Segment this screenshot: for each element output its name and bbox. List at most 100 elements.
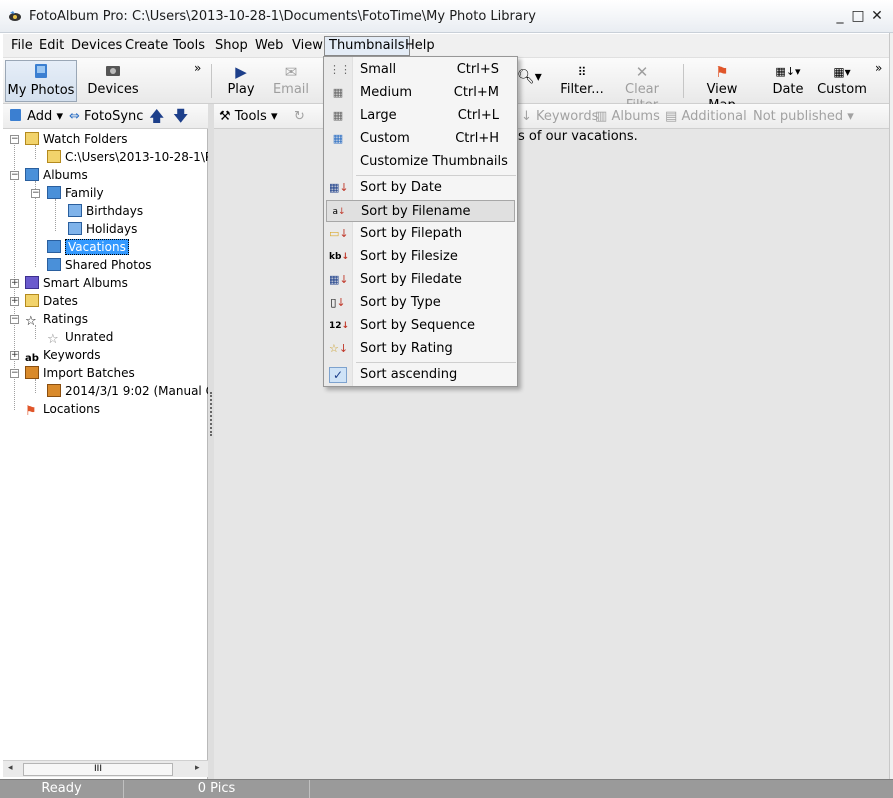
menu-file[interactable]: File (7, 36, 37, 56)
tree-item-locations[interactable]: ⚑ Locations (25, 400, 100, 418)
toolbar-more-left[interactable]: » (194, 59, 201, 78)
keywords-button[interactable]: ↓ Keywords (521, 107, 598, 126)
menu-item-sort-by-rating[interactable]: ☆↓ Sort by Rating (326, 338, 515, 360)
large-grid-icon: ▦ (332, 109, 344, 122)
menu-shortcut: Ctrl+H (455, 131, 499, 146)
email-button[interactable]: ✉ Email (269, 60, 313, 102)
move-up-icon[interactable]: 🡅 (149, 107, 164, 126)
folder-sort-icon: ▭↓ (329, 227, 349, 240)
menu-devices[interactable]: Devices (67, 36, 126, 56)
albums-button[interactable]: ▥ Albums (595, 107, 660, 126)
numeric-sort-icon: 12↓ (329, 321, 350, 331)
menu-item-medium[interactable]: ▦ Medium Ctrl+M (326, 82, 515, 104)
tree-item-watch-folders[interactable]: Watch Folders (25, 130, 128, 148)
view-map-button[interactable]: ⚑ View Map (691, 60, 753, 113)
tree-item-ratings[interactable]: ☆ Ratings (25, 310, 88, 328)
my-photos-button[interactable]: My Photos (5, 60, 77, 102)
add-button[interactable]: Add ▾ (9, 107, 63, 126)
tree-item-smart-albums[interactable]: Smart Albums (25, 274, 128, 292)
expand-toggle[interactable]: + (10, 297, 19, 306)
minimize-button[interactable]: _ (832, 8, 848, 24)
rotate-icon[interactable]: ↻ (294, 107, 305, 126)
move-down-icon[interactable]: 🡇 (173, 107, 188, 126)
tree-item-birthdays[interactable]: Birthdays (68, 202, 143, 220)
magnifier-folder-icon (25, 132, 39, 145)
album-icon (47, 186, 61, 199)
menu-item-sort-by-type[interactable]: ▯↓ Sort by Type (326, 292, 515, 314)
maximize-button[interactable]: □ (850, 8, 866, 24)
add-label: Add (27, 109, 53, 124)
expand-toggle[interactable]: − (10, 369, 19, 378)
splitter-grip[interactable] (210, 392, 212, 436)
tree-horizontal-scrollbar[interactable]: ◂ III ▸ (3, 760, 208, 777)
filter-button[interactable]: ⠿ Filter... (559, 60, 605, 102)
expand-toggle[interactable]: − (10, 135, 19, 144)
menu-item-sort-by-filesize[interactable]: kb↓ Sort by Filesize (326, 246, 515, 268)
tree-item-shared-photos[interactable]: Shared Photos (47, 256, 152, 274)
not-published-dropdown[interactable]: Not published ▾ (753, 107, 854, 126)
small-grid-icon: ⋮⋮ (329, 63, 351, 76)
devices-button[interactable]: Devices (83, 60, 143, 102)
tree-item-albums[interactable]: Albums (25, 166, 88, 184)
menu-item-custom[interactable]: ▦ Custom Ctrl+H (326, 128, 515, 150)
tree-item-vacations[interactable]: Vacations (47, 238, 129, 256)
date-sort-button[interactable]: ▦↓▾ Date (768, 60, 808, 102)
zoom-icon[interactable]: 🔍︎▾ (517, 68, 542, 87)
tree-item-keywords[interactable]: ab Keywords (25, 346, 101, 364)
album-icon (25, 168, 39, 181)
close-button[interactable]: ✕ (869, 8, 885, 24)
additional-button[interactable]: ▤ Additional (665, 107, 747, 126)
menu-item-sort-by-filepath[interactable]: ▭↓ Sort by Filepath (326, 223, 515, 245)
fotosync-button[interactable]: ⇔ FotoSync (69, 107, 143, 126)
menu-item-label: Sort by Sequence (360, 318, 475, 333)
menu-separator (356, 175, 516, 176)
menu-item-sort-by-filename[interactable]: a↓ Sort by Filename (326, 200, 515, 222)
custom-view-button[interactable]: ▦▾ Custom (816, 60, 868, 102)
play-button[interactable]: ▶ Play (221, 60, 261, 102)
scroll-left-icon[interactable]: ◂ (8, 763, 13, 773)
menu-item-sort-by-date[interactable]: ▦↓ Sort by Date (326, 177, 515, 199)
menu-item-sort-by-filedate[interactable]: ▦↓ Sort by Filedate (326, 269, 515, 291)
menu-item-large[interactable]: ▦ Large Ctrl+L (326, 105, 515, 127)
tree-item-watch-path[interactable]: C:\Users\2013-10-28-1\Pictu (47, 148, 234, 166)
tree-item-import-batches[interactable]: Import Batches (25, 364, 135, 382)
clear-filter-button[interactable]: ✕ Clear Filter (609, 60, 675, 113)
grid-view-icon: ▦▾ (833, 65, 851, 79)
scroll-thumb[interactable]: III (23, 763, 173, 776)
clear-x-icon: ✕ (635, 63, 649, 81)
menu-web[interactable]: Web (251, 36, 287, 56)
scroll-right-icon[interactable]: ▸ (195, 763, 200, 773)
tree-item-unrated[interactable]: ☆ Unrated (47, 328, 113, 346)
menu-item-label: Sort by Date (360, 180, 442, 195)
menu-thumbnails[interactable]: Thumbnails (324, 36, 410, 56)
tree-item-label: Ratings (43, 312, 88, 326)
tree-item-label: Keywords (43, 348, 101, 362)
expand-toggle[interactable]: − (31, 189, 40, 198)
medium-grid-icon: ▦ (332, 86, 344, 99)
menu-item-customize-thumbnails[interactable]: Customize Thumbnails (326, 151, 515, 173)
expand-toggle[interactable]: + (10, 351, 19, 360)
menu-view[interactable]: View (288, 36, 327, 56)
tools-button[interactable]: ⚒ Tools ▾ (219, 107, 278, 126)
tree-item-holidays[interactable]: Holidays (68, 220, 137, 238)
menu-item-sort-ascending[interactable]: ✓ Sort ascending (326, 364, 515, 386)
menu-shop[interactable]: Shop (211, 36, 252, 56)
menu-item-small[interactable]: ⋮⋮ Small Ctrl+S (326, 59, 515, 81)
expand-toggle[interactable]: + (10, 279, 19, 288)
tree-item-dates[interactable]: Dates (25, 292, 78, 310)
menu-item-sort-by-sequence[interactable]: 12↓ Sort by Sequence (326, 315, 515, 337)
filter-label: Filter... (560, 82, 604, 97)
expand-toggle[interactable]: − (10, 315, 19, 324)
tree-item-family[interactable]: Family (47, 184, 104, 202)
menu-help[interactable]: Help (401, 36, 439, 56)
sync-arrows-icon: ⇔ (69, 109, 80, 124)
photo-album-icon (6, 63, 76, 83)
toolbar-more-right[interactable]: » (875, 59, 882, 78)
menu-create[interactable]: Create (121, 36, 172, 56)
star-sort-icon: ☆↓ (329, 342, 349, 355)
menu-edit[interactable]: Edit (35, 36, 68, 56)
expand-toggle[interactable]: − (10, 171, 19, 180)
location-flag-icon: ⚑ (25, 404, 37, 419)
menu-tools[interactable]: Tools (169, 36, 209, 56)
thumbnail-area[interactable]: s of our vacations. (214, 129, 889, 779)
